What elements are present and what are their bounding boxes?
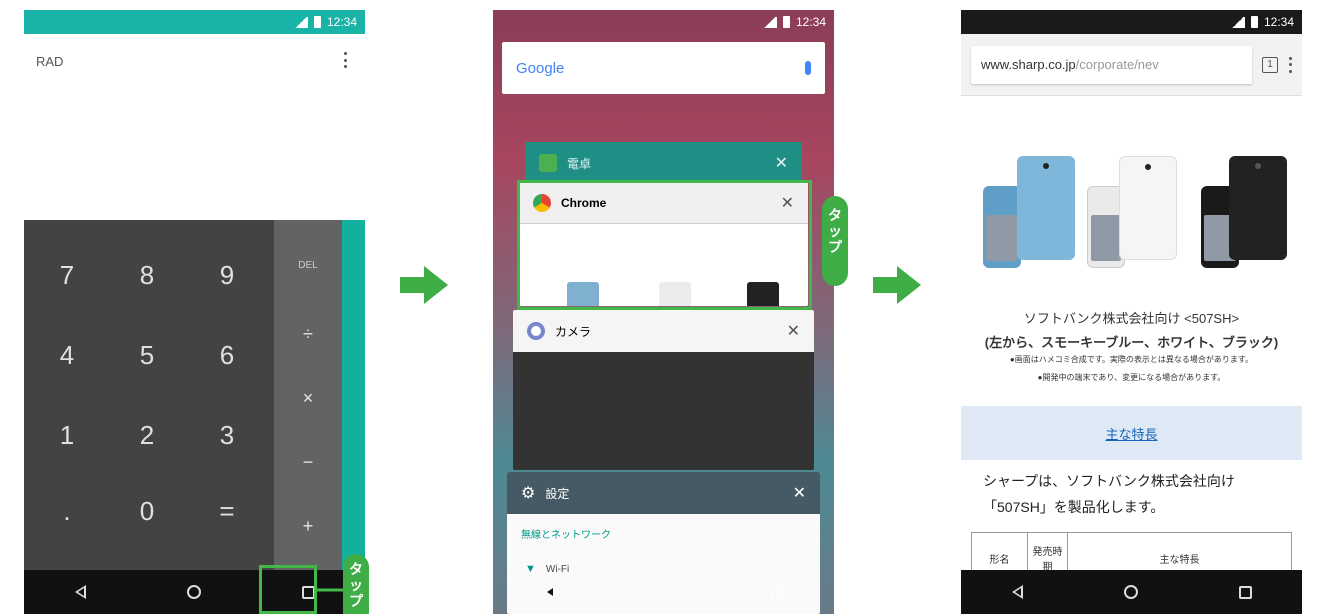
browser-toolbar: www.sharp.co.jp/corporate/nev 1 xyxy=(961,34,1302,96)
status-bar: 12:34 xyxy=(961,10,1302,34)
url-host: www.sharp.co.jp xyxy=(981,57,1076,72)
key-divide[interactable]: ÷ xyxy=(274,324,342,345)
image-note-1: ●画面はハメコミ合成です。実際の表示とは異なる場合があります。 xyxy=(1009,355,1254,364)
status-bar: 12:34 xyxy=(24,10,365,34)
chrome-browser-screen: 12:34 www.sharp.co.jp/corporate/nev 1 ソフ… xyxy=(961,10,1302,614)
google-search-bar[interactable]: Google xyxy=(502,42,825,94)
product-caption: ソフトバンク株式会社向け <507SH> xyxy=(1023,311,1240,326)
features-section: 主な特長 xyxy=(961,406,1302,460)
status-bar: 12:34 xyxy=(493,10,834,34)
body-line-2: 「507SH」を製品化します。 xyxy=(983,499,1165,515)
angle-mode-label: RAD xyxy=(36,54,64,69)
card-title: 設定 xyxy=(545,486,570,501)
signal-icon xyxy=(762,16,777,28)
phone-blue-front xyxy=(1017,156,1075,260)
key-9[interactable]: 9 xyxy=(202,260,252,291)
key-7[interactable]: 7 xyxy=(42,260,92,291)
close-icon[interactable]: ✕ xyxy=(775,153,788,173)
status-time: 12:34 xyxy=(326,15,357,29)
recent-card-camera[interactable]: カメラ ✕ xyxy=(513,310,814,470)
status-time: 12:34 xyxy=(1263,15,1294,29)
key-0[interactable]: 0 xyxy=(122,496,172,527)
tap-callout-2: タップ xyxy=(822,196,848,286)
operator-pad: DEL ÷ × − + xyxy=(274,220,342,570)
calculator-screen: 12:34 RAD 7 8 9 4 5 6 1 2 3 . 0 = DEL ÷ … xyxy=(24,10,365,614)
numpad: 7 8 9 4 5 6 1 2 3 . 0 = xyxy=(24,220,274,570)
tap-callout-label: タップ xyxy=(828,208,842,256)
key-add[interactable]: + xyxy=(274,516,342,537)
url-path: /corporate/nev xyxy=(1075,57,1159,72)
phone-white-front xyxy=(1119,156,1177,260)
key-5[interactable]: 5 xyxy=(122,340,172,371)
key-subtract[interactable]: − xyxy=(274,452,342,473)
home-icon[interactable] xyxy=(1123,585,1138,599)
image-note-2: ●開発中の端末であり、変更になる場合があります。 xyxy=(1037,373,1226,382)
recent-apps-highlight xyxy=(259,565,317,614)
close-icon[interactable]: ✕ xyxy=(787,321,800,341)
settings-section-label: 無線とネットワーク xyxy=(521,530,611,541)
card-title: カメラ xyxy=(555,324,592,339)
key-1[interactable]: 1 xyxy=(42,420,92,451)
key-multiply[interactable]: × xyxy=(274,388,342,409)
battery-icon xyxy=(782,16,790,28)
step-arrow-icon xyxy=(400,266,448,304)
phone-black-front xyxy=(1229,156,1287,260)
back-icon[interactable] xyxy=(74,585,86,599)
key-4[interactable]: 4 xyxy=(42,340,92,371)
tap-callout-label: タップ xyxy=(349,562,363,610)
chrome-card-highlight xyxy=(517,180,812,310)
product-colors: (左から、スモーキーブルー、ホワイト、ブラック) xyxy=(984,335,1279,350)
key-2[interactable]: 2 xyxy=(122,420,172,451)
back-icon[interactable] xyxy=(1011,585,1023,599)
key-8[interactable]: 8 xyxy=(122,260,172,291)
settings-icon: ⚙ xyxy=(521,485,536,502)
key-equals[interactable]: = xyxy=(202,496,252,527)
product-image xyxy=(961,146,1302,286)
nav-bar xyxy=(493,570,834,614)
step-arrow-icon xyxy=(873,266,921,304)
recent-apps-icon[interactable] xyxy=(1238,585,1252,599)
home-icon[interactable] xyxy=(655,585,670,599)
browser-menu-icon[interactable] xyxy=(1288,56,1292,73)
card-title: 電卓 xyxy=(567,156,592,171)
recent-apps-screen: 12:34 Google 電卓 ✕ Chrome ✕ カメラ ✕ ⚙ 設定 ✕ … xyxy=(493,10,834,614)
status-time: 12:34 xyxy=(795,15,826,29)
tap-callout-1: タップ xyxy=(343,554,369,614)
calculator-icon xyxy=(539,154,557,172)
overflow-menu-icon[interactable] xyxy=(343,52,347,68)
back-icon[interactable] xyxy=(543,585,555,599)
home-icon[interactable] xyxy=(186,585,201,599)
signal-icon xyxy=(293,16,308,28)
battery-icon xyxy=(313,16,321,28)
key-decimal[interactable]: . xyxy=(42,496,92,527)
key-delete[interactable]: DEL xyxy=(274,260,342,271)
camera-icon xyxy=(527,322,545,340)
phone-blue-back xyxy=(983,186,1021,268)
tab-switcher-button[interactable]: 1 xyxy=(1262,56,1278,73)
recent-apps-icon[interactable] xyxy=(770,585,784,599)
key-3[interactable]: 3 xyxy=(202,420,252,451)
web-page-content: ソフトバンク株式会社向け <507SH> (左から、スモーキーブルー、ホワイト、… xyxy=(961,96,1302,584)
key-6[interactable]: 6 xyxy=(202,340,252,371)
signal-icon xyxy=(1230,16,1245,28)
features-link[interactable]: 主な特長 xyxy=(1105,424,1157,443)
url-bar[interactable]: www.sharp.co.jp/corporate/nev xyxy=(971,45,1252,84)
mic-icon[interactable] xyxy=(805,61,811,75)
battery-icon xyxy=(1250,16,1258,28)
calc-display: RAD xyxy=(24,34,365,220)
google-logo: Google xyxy=(516,59,565,77)
advanced-panel-handle[interactable] xyxy=(342,220,365,570)
nav-bar xyxy=(961,570,1302,614)
close-icon[interactable]: ✕ xyxy=(793,483,806,503)
body-line-1: シャープは、ソフトバンク株式会社向け xyxy=(983,473,1235,489)
press-release-text: シャープは、ソフトバンク株式会社向け 「507SH」を製品化します。 xyxy=(983,468,1292,520)
